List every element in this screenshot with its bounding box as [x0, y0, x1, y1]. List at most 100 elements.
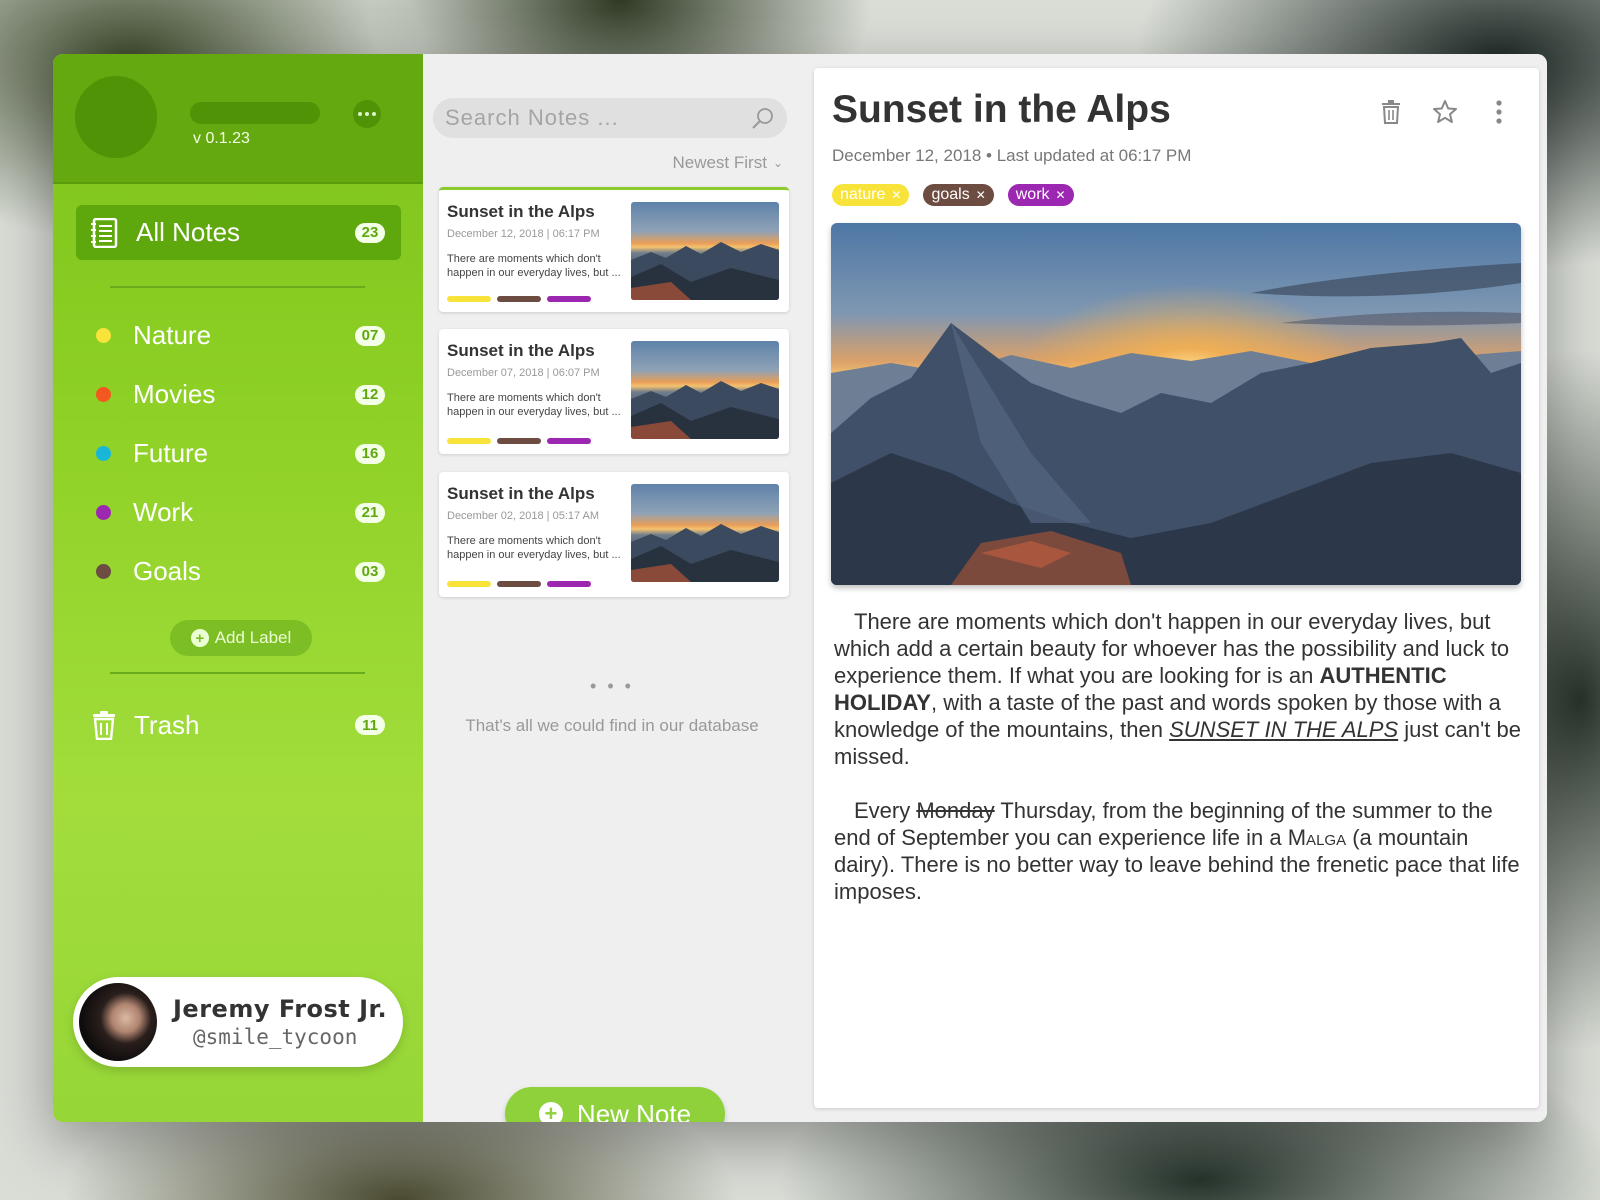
count-badge: 07: [355, 325, 385, 346]
sidebar: v 0.1.23 All Notes 23 Nature 07 Movies 1…: [53, 54, 423, 1122]
note-excerpt: There are moments which don't happen in …: [447, 535, 621, 561]
divider: [110, 672, 365, 674]
more-indicator: • • •: [590, 676, 634, 696]
sort-label: Newest First: [672, 153, 767, 172]
note-detail-panel: Sunset in the Alps December 12, 2018 • L…: [801, 54, 1547, 1122]
trash-icon: [93, 711, 115, 740]
label-bar: [447, 581, 491, 587]
strikethrough-text: Monday: [916, 798, 995, 823]
note-thumbnail: [631, 202, 779, 300]
tag-goals[interactable]: goals ✕: [923, 184, 994, 206]
end-of-list-text: That's all we could find in our database: [465, 716, 759, 735]
app-window: v 0.1.23 All Notes 23 Nature 07 Movies 1…: [53, 54, 1547, 1122]
label-color-dot: [96, 505, 111, 520]
note-card[interactable]: Sunset in the Alps December 12, 2018 | 0…: [439, 187, 789, 312]
sidebar-item-future[interactable]: Future 16: [76, 424, 401, 483]
note-title: Sunset in the Alps: [447, 341, 595, 360]
small-caps-text: Malga: [1287, 825, 1347, 850]
plus-icon: +: [538, 1102, 563, 1122]
sidebar-item-label: Nature: [133, 320, 212, 350]
sidebar-header: v 0.1.23: [53, 54, 423, 184]
count-badge: 23: [355, 222, 385, 243]
divider: [110, 286, 365, 288]
count-badge: 16: [355, 443, 385, 464]
label-bar: [497, 296, 541, 302]
note-thumbnail: [631, 484, 779, 582]
sidebar-item-trash[interactable]: Trash 11: [76, 695, 401, 755]
sidebar-item-label: Movies: [133, 379, 216, 409]
tag-nature[interactable]: nature ✕: [832, 184, 910, 206]
remove-tag-icon[interactable]: ✕: [976, 188, 986, 202]
plus-icon: +: [190, 629, 209, 647]
note-card[interactable]: Sunset in the Alps December 07, 2018 | 0…: [439, 329, 789, 454]
note-label-bars: [447, 581, 597, 587]
chevron-down-icon: ⌄: [772, 156, 783, 170]
label-color-dot: [96, 328, 111, 343]
sidebar-item-nature[interactable]: Nature 07: [76, 306, 401, 365]
label-bar: [547, 581, 591, 587]
delete-button[interactable]: [1373, 94, 1409, 130]
user-handle: @smile_tycoon: [193, 1025, 358, 1049]
note-meta: December 12, 2018 • Last updated at 06:1…: [832, 146, 1192, 165]
sidebar-item-label: Goals: [133, 556, 201, 586]
notebook-icon: [91, 217, 118, 248]
count-badge: 03: [355, 561, 385, 582]
note-title[interactable]: Sunset in the Alps: [832, 88, 1171, 132]
sidebar-item-all-notes[interactable]: All Notes 23: [76, 205, 401, 260]
sidebar-item-goals[interactable]: Goals 03: [76, 542, 401, 601]
search-bar[interactable]: [433, 98, 787, 138]
note-date: December 12, 2018 | 06:17 PM: [447, 228, 600, 240]
note-date: December 02, 2018 | 05:17 AM: [447, 510, 600, 522]
search-icon[interactable]: [751, 106, 775, 130]
label-bar: [447, 438, 491, 444]
count-badge: 12: [355, 384, 385, 405]
note-excerpt: There are moments which don't happen in …: [447, 392, 621, 418]
label-bar: [547, 438, 591, 444]
more-menu-icon[interactable]: [353, 100, 381, 128]
note-thumbnail: [631, 341, 779, 439]
sidebar-item-label: Future: [133, 438, 209, 468]
app-avatar: [75, 76, 157, 158]
label-bar: [447, 296, 491, 302]
remove-tag-icon[interactable]: ✕: [1056, 188, 1066, 202]
kebab-menu-icon: [1496, 100, 1502, 124]
note-cover-image: [831, 223, 1521, 585]
note-detail-card: Sunset in the Alps December 12, 2018 • L…: [814, 68, 1539, 1108]
remove-tag-icon[interactable]: ✕: [891, 188, 901, 202]
count-badge: 11: [355, 715, 385, 735]
new-note-button[interactable]: + New Note: [505, 1087, 725, 1122]
avatar: [79, 983, 157, 1061]
tag-label: goals: [931, 186, 970, 203]
label-color-dot: [96, 446, 111, 461]
sidebar-item-label: Work: [133, 497, 194, 527]
note-card[interactable]: Sunset in the Alps December 02, 2018 | 0…: [439, 472, 789, 597]
label-color-dot: [96, 564, 111, 579]
note-label-bars: [447, 438, 597, 444]
favorite-button[interactable]: [1427, 94, 1463, 130]
sort-dropdown[interactable]: Newest First ⌄: [672, 153, 783, 173]
underlined-italic-text: SUNSET IN THE ALPS: [1169, 717, 1399, 742]
add-label-text: Add Label: [214, 628, 292, 647]
tag-label: nature: [840, 186, 886, 203]
tag-work[interactable]: work ✕: [1007, 184, 1074, 206]
sidebar-item-work[interactable]: Work 21: [76, 483, 401, 542]
user-profile-card[interactable]: Jeremy Frost Jr. @smile_tycoon: [73, 977, 403, 1067]
note-date: December 07, 2018 | 06:07 PM: [447, 367, 600, 379]
user-info: Jeremy Frost Jr. @smile_tycoon: [173, 995, 387, 1049]
note-body[interactable]: There are moments which don't happen in …: [834, 608, 1524, 932]
note-label-bars: [447, 296, 597, 302]
text-run: Every: [854, 798, 917, 823]
count-badge: 21: [355, 502, 385, 523]
label-bar: [497, 438, 541, 444]
user-name: Jeremy Frost Jr.: [173, 995, 388, 1023]
search-input[interactable]: [445, 105, 735, 131]
note-excerpt: There are moments which don't happen in …: [447, 253, 621, 279]
trash-icon: [1382, 100, 1400, 124]
note-list-panel: Newest First ⌄ Sunset in the Alps Decemb…: [423, 54, 801, 1122]
add-label-button[interactable]: + Add Label: [170, 620, 312, 656]
label-bar: [547, 296, 591, 302]
more-options-button[interactable]: [1481, 94, 1517, 130]
sidebar-item-movies[interactable]: Movies 12: [76, 365, 401, 424]
note-title: Sunset in the Alps: [447, 202, 595, 221]
label-bar: [497, 581, 541, 587]
